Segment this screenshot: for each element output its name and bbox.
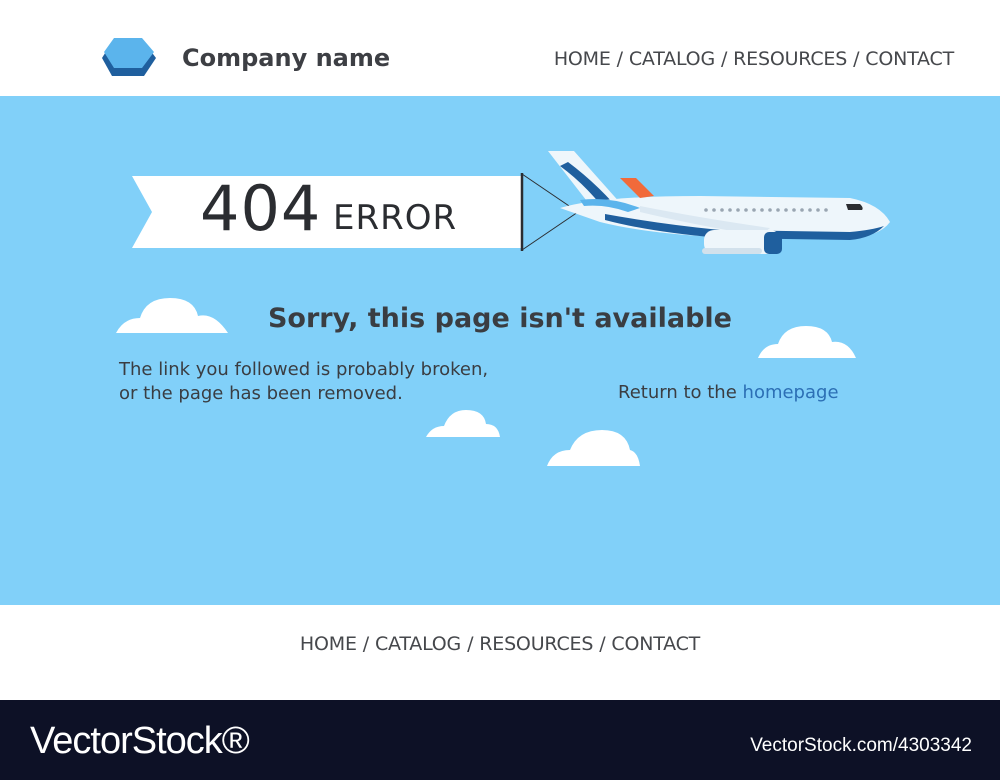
site-header: Company name HOME / CATALOG / RESOURCES / CONT… — [0, 0, 1000, 96]
cloud-icon — [426, 410, 500, 437]
page-title: Sorry, this page isn't available — [267, 303, 732, 334]
watermark-id: VectorStock.com/4303342 — [750, 735, 972, 756]
nav-separator: / — [853, 48, 860, 70]
hero-sky: 404 ERROR Sorry, this page isn't availab… — [0, 96, 1000, 605]
nav-separator: / — [720, 48, 728, 70]
error-label: ERROR — [333, 198, 458, 238]
sky-illustration — [116, 151, 890, 466]
error-code: 404 — [200, 172, 322, 245]
return-prompt: Return to the homepage — [618, 382, 839, 403]
return-text: Return to the — [618, 382, 737, 403]
watermark-bar: VectorStock® VectorStock.com/4303342 — [0, 700, 1000, 780]
nav-separator: / — [616, 48, 623, 70]
footer-nav-catalog[interactable]: CATALOG — [375, 633, 461, 655]
nav-separator: / — [362, 633, 369, 655]
footer-nav-home[interactable]: HOME — [300, 633, 357, 655]
nav-home[interactable]: HOME — [554, 48, 611, 70]
nav-separator: / — [467, 633, 474, 655]
error-message: The link you followed is probably broken… — [119, 358, 488, 406]
top-nav: HOME / CATALOG / RESOURCES / CONTACT — [554, 48, 954, 70]
watermark-logo: VectorStock® — [30, 720, 250, 762]
homepage-link[interactable]: homepage — [743, 382, 839, 403]
nav-resources[interactable]: RESOURCES — [733, 48, 847, 70]
site-footer: HOME / CATALOG / RESOURCES / CONTACT — [0, 605, 1000, 700]
footer-nav-contact[interactable]: CONTACT — [611, 633, 700, 655]
company-name[interactable]: Company name — [182, 44, 390, 72]
nav-catalog[interactable]: CATALOG — [629, 48, 715, 70]
error-message-line: or the page has been removed. — [119, 383, 403, 404]
nav-separator: / — [599, 633, 606, 655]
footer-nav-resources[interactable]: RESOURCES — [479, 633, 593, 655]
airplane-icon — [548, 151, 890, 254]
error-message-line: The link you followed is probably broken… — [119, 359, 489, 380]
hexagon-icon[interactable] — [98, 36, 160, 84]
cloud-icon — [547, 430, 640, 466]
footer-nav: HOME / CATALOG / RESOURCES / CONTACT — [0, 633, 1000, 655]
nav-contact[interactable]: CONTACT — [865, 48, 954, 70]
